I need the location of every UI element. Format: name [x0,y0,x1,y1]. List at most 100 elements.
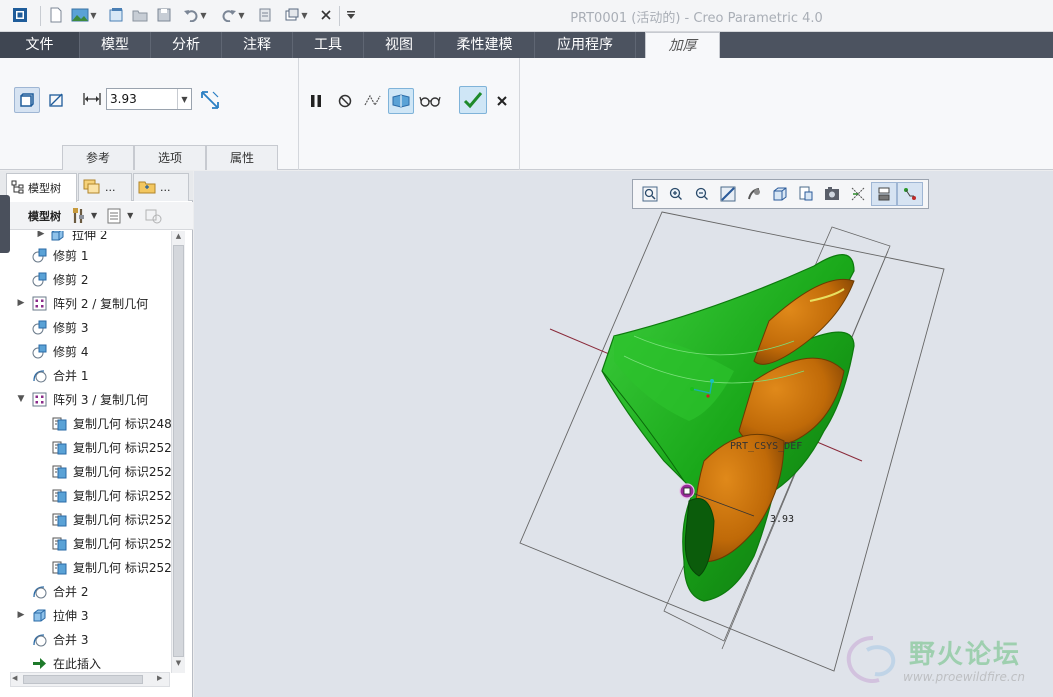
app-icon[interactable] [10,6,30,24]
tree-item[interactable]: 复制几何 标识252 [0,460,171,482]
tree-item-label: 复制几何 标识252 [73,488,171,503]
hscroll-thumb[interactable] [23,675,143,684]
close-window-icon[interactable] [318,6,334,24]
tree-item[interactable]: 合并 1 [0,364,171,386]
graphics-viewport[interactable]: PRT_CSYS_DEF 3.93 [194,171,1053,697]
separate-preview-button[interactable] [360,88,386,114]
confirm-checkmark-button[interactable] [459,86,487,114]
tree-item[interactable]: 合并 3 [0,628,171,650]
annotation-display-icon[interactable] [871,182,897,206]
tree-item[interactable]: 复制几何 标识248 [0,412,171,434]
copy-geometry-icon [52,560,67,575]
collapse-panel-handle[interactable] [0,195,10,253]
tree-item-partial[interactable]: ▶ 拉伸 2 [0,231,171,245]
tab-model[interactable]: 模型 [80,32,151,58]
tree-item[interactable]: 复制几何 标识252 [0,436,171,458]
thickness-value-combo[interactable]: 3.93 ▼ [106,88,192,110]
scroll-down-arrow[interactable]: ▼ [173,659,184,671]
tree-item[interactable]: 复制几何 标识252 [0,484,171,506]
expand-arrow-icon[interactable]: ▶ [16,610,26,620]
tree-vertical-scrollbar[interactable]: ▲ ▼ [171,231,185,673]
tab-applications[interactable]: 应用程序 [535,32,636,58]
subtab-properties[interactable]: 属性 [206,145,278,170]
zoom-in-icon[interactable] [663,182,689,206]
tab-annotate[interactable]: 注释 [222,32,293,58]
scroll-thumb[interactable] [173,245,184,657]
expand-arrow-icon[interactable]: ▶ [16,298,26,308]
filter-tree-icon[interactable] [145,208,163,224]
tree-horizontal-scrollbar[interactable]: ◀ ▶ [10,672,170,687]
tree-item[interactable]: 修剪 3 [0,316,171,338]
csys-label: PRT_CSYS_DEF [730,441,802,452]
spin-center-icon[interactable] [897,182,923,206]
thicken-solid-button[interactable] [14,87,40,113]
tree-item[interactable]: ▶ 拉伸 3 [0,604,171,626]
forum-url: www.proewildfire.cn [903,670,1025,684]
undo-icon[interactable]: ▼ [180,6,210,24]
tree-item[interactable]: ▶ 阵列 2 / 复制几何 [0,292,171,314]
flip-direction-button[interactable] [197,87,223,113]
thickness-dropdown-arrow[interactable]: ▼ [177,89,191,109]
subtab-reference[interactable]: 参考 [62,145,134,170]
windows-switch-icon[interactable]: ▼ [281,6,311,24]
open-image-icon[interactable]: ▼ [69,6,99,24]
tab-layer-tree[interactable]: ... [78,173,132,201]
subtab-options[interactable]: 选项 [134,145,206,170]
tab-thicken[interactable]: 加厚 [645,32,720,58]
verify-preview-button[interactable] [388,88,414,114]
save-icon[interactable] [155,6,173,24]
datum-display-icon[interactable] [845,182,871,206]
open-folder-icon[interactable] [131,6,149,24]
model-graphics[interactable]: PRT_CSYS_DEF 3.93 [194,171,1053,697]
tab-tools[interactable]: 工具 [293,32,364,58]
copy-geometry-icon [52,440,67,455]
tab-model-tree[interactable]: 模型树 [6,173,77,202]
tree-item[interactable]: 合并 2 [0,580,171,602]
pause-button[interactable] [303,88,329,114]
redo-icon[interactable]: ▼ [218,6,248,24]
tree-item[interactable]: 修剪 1 [0,244,171,266]
show-columns-icon[interactable]: ▼ [107,208,133,224]
window-title: PRT0001 (活动的) - Creo Parametric 4.0 [570,11,823,26]
collapse-arrow-icon[interactable]: ▼ [16,394,26,404]
new-file-icon[interactable] [47,6,65,24]
thickness-dimension-label[interactable]: 3.93 [770,514,794,525]
tree-item[interactable]: 复制几何 标识252 [0,532,171,554]
scroll-left-arrow[interactable]: ◀ [12,674,22,682]
view-manager-icon[interactable] [793,182,819,206]
expand-arrow-icon[interactable]: ▶ [36,231,46,239]
refit-icon[interactable] [637,182,663,206]
folder-browser-icon [138,178,156,197]
window-icon[interactable] [107,6,125,24]
tree-item[interactable]: 修剪 2 [0,268,171,290]
repaint-icon[interactable] [715,182,741,206]
saved-orientations-icon[interactable] [767,182,793,206]
tree-item[interactable]: 复制几何 标识252 [0,508,171,530]
tree-settings-icon[interactable]: ▼ [71,207,97,225]
regenerate-icon[interactable] [256,6,274,24]
tree-item[interactable]: 在此插入 [0,652,171,673]
forum-logo-icon [846,636,896,683]
zoom-out-icon[interactable] [689,182,715,206]
tab-analysis[interactable]: 分析 [151,32,222,58]
tree-item-label: 复制几何 标识252 [73,536,171,551]
tab-view[interactable]: 视图 [364,32,435,58]
tab-flexible-modeling[interactable]: 柔性建模 [435,32,535,58]
tree-item[interactable]: 修剪 4 [0,340,171,362]
tree-item-label: 阵列 2 / 复制几何 [53,296,149,311]
scroll-right-arrow[interactable]: ▶ [157,674,167,682]
tab-file[interactable]: 文件 [0,32,80,58]
reorient-icon[interactable] [741,182,767,206]
tree-item[interactable]: ▼ 阵列 3 / 复制几何 [0,388,171,410]
thickness-value[interactable]: 3.93 [107,89,177,109]
cancel-button[interactable] [489,88,515,114]
merge-icon [32,632,47,647]
glasses-preview-button[interactable] [417,88,443,114]
tree-item[interactable]: 复制几何 标识252 [0,556,171,578]
model-tree: ▶ 拉伸 2 修剪 1 修剪 2 ▶ 阵列 2 / 复制几何 修剪 3 修剪 4 合并 1 ▼ 阵列… [0,231,171,673]
scroll-up-arrow[interactable]: ▲ [173,232,184,244]
perspective-view-icon[interactable] [819,182,845,206]
no-preview-button[interactable] [332,88,358,114]
remove-material-button[interactable] [43,87,69,113]
tab-folder-browser[interactable]: ... [133,173,189,201]
